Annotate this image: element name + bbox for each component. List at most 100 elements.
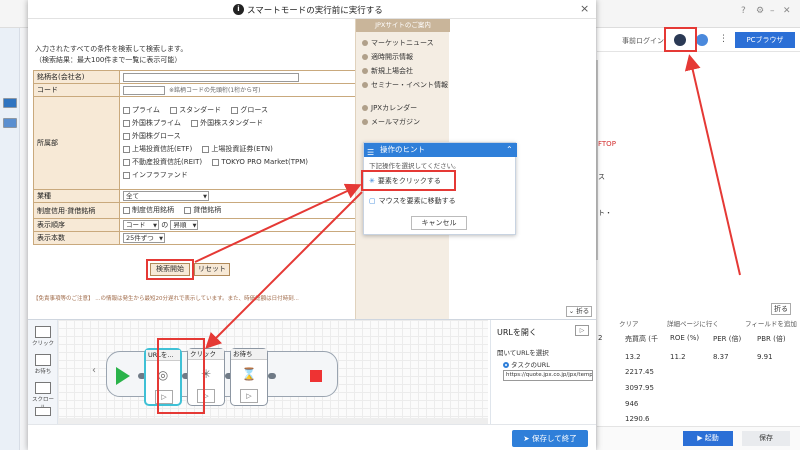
side-link[interactable]: メールマガジン (362, 117, 420, 127)
option-label: 上場投資証券(ETN) (211, 145, 273, 153)
count-select[interactable]: 25件ずつ ▼ (123, 233, 165, 243)
reset-button[interactable]: リセット (194, 263, 230, 276)
side-link[interactable]: セミナー・イベント情報 (362, 80, 448, 90)
palette-label: お待ち (34, 369, 52, 375)
market-option[interactable]: 上場投資証券(ETN) (202, 143, 273, 156)
option-label: 不動産投資信託(REIT) (132, 158, 203, 166)
code-input[interactable] (123, 85, 165, 95)
checkbox[interactable] (123, 171, 130, 179)
order-label: 表示順序 (33, 218, 120, 232)
palette-click[interactable]: クリック (31, 326, 55, 347)
minimize-icon[interactable]: – (770, 6, 775, 16)
checkbox[interactable] (191, 119, 199, 127)
market-option[interactable]: 不動産投資信託(REIT) (123, 156, 202, 169)
clear-button[interactable]: クリア (619, 318, 639, 328)
market-option[interactable]: 上場投資信託(ETF) (123, 143, 192, 156)
checkbox[interactable] (202, 145, 210, 153)
pre-login-button[interactable]: 事前ログイン (622, 36, 664, 46)
option-label: 上場投資信託(ETF) (132, 145, 193, 153)
palette-more[interactable] (31, 407, 55, 417)
play-icon[interactable]: ▷ (575, 325, 589, 336)
market-option[interactable]: インフラファンド (123, 169, 188, 182)
help-icon[interactable]: ? (741, 6, 746, 16)
sidebar-block[interactable] (3, 98, 17, 108)
table-cell: 946 (625, 400, 639, 408)
side-link[interactable]: マーケットニュース (362, 38, 434, 48)
checkbox[interactable] (123, 132, 130, 140)
tips-subtitle: 下記操作を選択してください。 (369, 162, 460, 170)
market-option[interactable]: 外国株プライム (123, 117, 181, 130)
detail-page-button[interactable]: 詳細ページに行く (667, 318, 719, 328)
side-link-label: JPXカレンダー (371, 104, 418, 112)
column-header: PBR (倍) (757, 335, 786, 343)
side-link-label: セミナー・イベント情報 (371, 81, 448, 89)
run-label: 起動 (704, 434, 719, 442)
palette-wait[interactable]: お待ち (31, 354, 55, 375)
checkbox[interactable] (123, 158, 130, 166)
side-link[interactable]: 新規上場会社 (362, 66, 413, 76)
margin-option[interactable]: 貸借銘柄 (184, 204, 221, 217)
cancel-button[interactable]: キャンセル (411, 216, 467, 230)
bg-fold-button[interactable]: 折る (771, 303, 791, 315)
pc-browser-button[interactable]: PCブラウザ (735, 32, 795, 48)
play-icon[interactable]: ▷ (240, 389, 258, 403)
user-icon[interactable] (696, 34, 708, 46)
chevron-left-icon[interactable]: ‹ (92, 365, 96, 376)
market-option[interactable]: 外国株グロース (123, 130, 181, 143)
order-field-select[interactable]: コード ▼ (123, 220, 159, 230)
checkbox[interactable] (231, 106, 239, 114)
block-wait[interactable]: お待ち ⌛ ▷ (230, 348, 268, 406)
start-icon[interactable] (116, 367, 130, 385)
save-and-close-button[interactable]: ➤ 保存して終了 (512, 430, 588, 447)
list-icon: ☰ (367, 148, 375, 157)
checkbox[interactable] (170, 106, 178, 114)
market-option[interactable]: グロース (231, 104, 268, 117)
checkbox[interactable] (123, 145, 130, 153)
url-input[interactable]: https://quote.jpx.co.jp/jpx/template/qu (503, 370, 593, 381)
side-link[interactable]: JPXカレンダー (362, 103, 417, 113)
market-option[interactable]: 外国株スタンダード (191, 117, 263, 130)
save-button[interactable]: 保存 (742, 431, 790, 446)
order-dir-select[interactable]: 昇順 ▼ (170, 220, 199, 230)
task-url-radio[interactable]: タスクのURL (503, 359, 550, 369)
checkbox[interactable] (184, 206, 192, 214)
side-panel-title: JPXサイトのご案内 (356, 19, 450, 32)
add-field-button[interactable]: フィールドを追加 (745, 318, 797, 328)
search-form: 銘柄名(会社名) コード ※銘柄コードの先頭桁(1桁から可) 所属部 プライム … (33, 70, 363, 245)
option-label: 外国株スタンダード (200, 119, 264, 127)
bullet-icon (362, 105, 368, 111)
open-url-settings: URLを開く ▷ 開いてURLを選択 タスクのURL https://quote… (490, 320, 596, 424)
scroll-icon (35, 382, 51, 394)
fold-button[interactable]: ⌄ 折る (566, 306, 592, 317)
stop-icon[interactable] (310, 370, 322, 382)
intro-text: 入力されたすべての条件を検索して検索します。 (35, 45, 188, 53)
checkbox[interactable] (123, 119, 130, 127)
market-option[interactable]: プライム (123, 104, 160, 117)
workflow-canvas[interactable]: ‹ URLを... ◎ ▷ クリック ✳ ▷ お待ち ⌛ ▷ (58, 320, 488, 424)
close-icon[interactable]: × (580, 2, 589, 15)
chevron-down-icon: ▼ (159, 236, 163, 242)
bg-text: FTOP (598, 140, 616, 148)
save-close-label: 保存して終了 (531, 434, 577, 443)
hover-element-option[interactable]: ▢ マウスを要素に移動する (369, 196, 456, 206)
column-header: 2 (598, 334, 603, 342)
checkbox[interactable] (123, 106, 130, 114)
checkbox[interactable] (212, 158, 220, 166)
market-option[interactable]: スタンダード (170, 104, 221, 117)
table-cell: 3097.95 (625, 384, 654, 392)
window-close-icon[interactable]: ✕ (783, 6, 791, 16)
settings-icon[interactable]: ⚙ (756, 6, 764, 16)
cursor-icon: ▢ (369, 197, 376, 205)
run-button[interactable]: ▶ 起動 (683, 431, 733, 446)
side-link[interactable]: 適時開示情報 (362, 52, 413, 62)
industry-select[interactable]: 全て ▼ (123, 191, 209, 201)
market-option[interactable]: TOKYO PRO Market(TPM) (212, 156, 308, 169)
sidebar-block[interactable] (3, 118, 17, 128)
chevron-down-icon: ▼ (192, 223, 197, 229)
margin-option[interactable]: 制度信用銘柄 (123, 204, 174, 217)
checkbox[interactable] (123, 206, 130, 214)
company-input[interactable] (123, 72, 299, 82)
modal-titlebar: i スマートモードの実行前に実行する × (28, 0, 596, 19)
chevron-up-icon[interactable]: ⌃ (506, 143, 513, 157)
more-icon[interactable]: ⋮ (719, 34, 728, 44)
